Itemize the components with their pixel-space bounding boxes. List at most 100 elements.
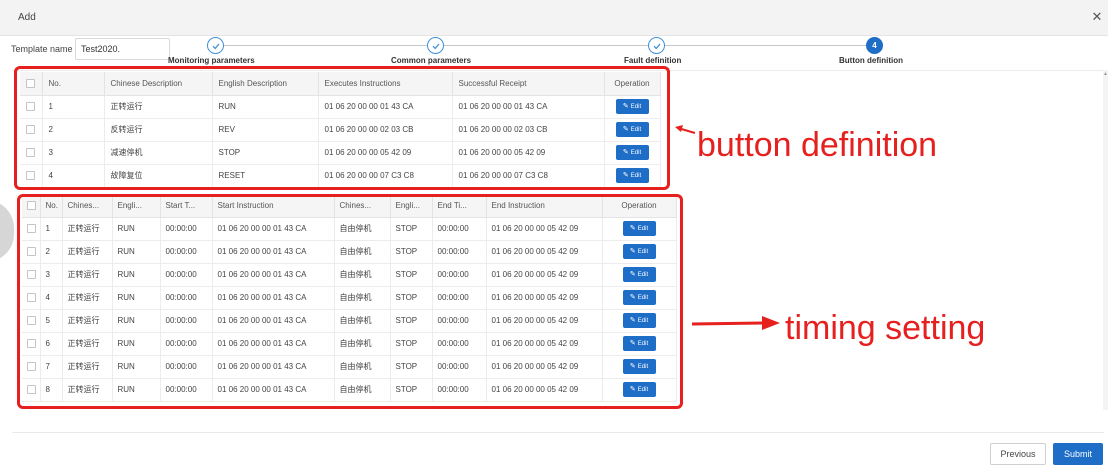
cell-exec: 01 06 20 00 00 01 43 CA (318, 95, 453, 119)
edit-button[interactable]: ✎ Edit (615, 145, 649, 160)
column-header: Executes Instructions (318, 72, 453, 96)
cell-en1: RUN (112, 263, 161, 287)
select-cell (22, 194, 41, 218)
cell-cn1: 正转运行 (62, 240, 113, 264)
previous-button[interactable]: Previous (990, 443, 1046, 465)
cell-receipt: 01 06 20 00 00 01 43 CA (452, 95, 605, 119)
cell-start_time: 00:00:00 (160, 263, 213, 287)
submit-button[interactable]: Submit (1053, 443, 1103, 465)
row-checkbox[interactable] (27, 224, 36, 234)
cell-cn1: 正转运行 (62, 332, 113, 356)
scroll-up-icon[interactable]: ▲ (1103, 71, 1108, 77)
cell-cn2: 自由停机 (334, 332, 391, 356)
column-header: End Ti... (432, 194, 487, 218)
row-checkbox[interactable] (27, 270, 36, 280)
select-cell (20, 118, 43, 142)
cell-start_instr: 01 06 20 00 00 01 43 CA (212, 378, 335, 402)
cell-end_time: 00:00:00 (432, 240, 487, 264)
edit-button[interactable]: ✎ Edit (622, 313, 656, 328)
step-3-indicator[interactable] (648, 37, 665, 54)
step-3-label: Fault definition (624, 56, 682, 65)
step-1-indicator[interactable] (207, 37, 224, 54)
cell-exec: 01 06 20 00 00 02 03 CB (318, 118, 453, 142)
pencil-icon: ✎ (629, 363, 636, 370)
cell-en2: STOP (390, 240, 433, 264)
step-2-label: Common parameters (391, 56, 472, 65)
cell-end_time: 00:00:00 (432, 309, 487, 333)
row-checkbox[interactable] (27, 316, 36, 326)
row-checkbox[interactable] (26, 125, 36, 135)
cell-no: 3 (42, 141, 105, 165)
cell-en2: STOP (390, 378, 433, 402)
row-checkbox[interactable] (26, 102, 36, 112)
edit-button[interactable]: ✎ Edit (622, 221, 656, 236)
column-header: Successful Receipt (452, 72, 605, 96)
check-icon (653, 43, 660, 49)
pencil-icon: ✎ (629, 294, 636, 301)
edit-button[interactable]: ✎ Edit (615, 168, 649, 183)
cell-cn2: 自由停机 (334, 378, 391, 402)
table-row: 1 正转运行 RUN 00:00:00 01 06 20 00 00 01 43 CA 自… (22, 217, 677, 241)
cell-receipt: 01 06 20 00 00 02 03 CB (452, 118, 605, 142)
cell-en2: STOP (390, 286, 433, 310)
table-row: 1 正转运行 RUN 01 06 20 00 00 01 43 CA 01 06 20 … (20, 95, 661, 119)
select-cell (20, 72, 43, 96)
operation-cell: ✎ Edit (602, 263, 677, 287)
cell-end_time: 00:00:00 (432, 378, 487, 402)
cell-en2: STOP (390, 332, 433, 356)
cell-cn1: 正转运行 (62, 355, 113, 379)
edit-button[interactable]: ✎ Edit (622, 382, 656, 397)
edit-button[interactable]: ✎ Edit (622, 267, 656, 282)
cell-cn: 故障复位 (104, 164, 213, 188)
row-checkbox[interactable] (26, 148, 36, 158)
row-checkbox[interactable] (27, 385, 36, 395)
row-checkbox[interactable] (27, 362, 36, 372)
table-row: 5 正转运行 RUN 00:00:00 01 06 20 00 00 01 43 CA 自… (22, 309, 677, 333)
column-header: No. (42, 72, 105, 96)
row-checkbox[interactable] (27, 247, 36, 257)
edit-button[interactable]: ✎ Edit (622, 290, 656, 305)
cell-no: 5 (40, 309, 63, 333)
cell-cn2: 自由停机 (334, 240, 391, 264)
vertical-scrollbar[interactable] (1103, 70, 1108, 410)
pencil-icon: ✎ (622, 149, 629, 156)
pencil-icon: ✎ (629, 317, 636, 324)
pencil-icon: ✎ (629, 340, 636, 347)
cell-cn2: 自由停机 (334, 263, 391, 287)
table-row: 6 正转运行 RUN 00:00:00 01 06 20 00 00 01 43 CA 自… (22, 332, 677, 356)
column-header: Operation (602, 194, 677, 218)
table-header-row: No. Chines... Engli... Start T... Start Inst… (22, 194, 677, 218)
step-4-indicator[interactable]: 4 (866, 37, 883, 54)
pencil-icon: ✎ (629, 248, 636, 255)
row-checkbox[interactable] (26, 171, 36, 181)
pencil-icon: ✎ (629, 271, 636, 278)
cell-cn: 减速停机 (104, 141, 213, 165)
steps-progress-line (216, 45, 876, 46)
table-row: 2 正转运行 RUN 00:00:00 01 06 20 00 00 01 43 CA 自… (22, 240, 677, 264)
close-icon[interactable]: ✕ (1090, 10, 1104, 24)
edit-button[interactable]: ✎ Edit (615, 99, 649, 114)
cell-start_instr: 01 06 20 00 00 01 43 CA (212, 240, 335, 264)
template-name-input[interactable] (75, 38, 170, 60)
cell-end_time: 00:00:00 (432, 332, 487, 356)
column-header: Chines... (62, 194, 113, 218)
edit-button[interactable]: ✎ Edit (622, 244, 656, 259)
cell-end_instr: 01 06 20 00 00 05 42 09 (486, 355, 603, 379)
row-checkbox[interactable] (27, 339, 36, 349)
check-icon (212, 43, 219, 49)
edit-button[interactable]: ✎ Edit (615, 122, 649, 137)
edit-button[interactable]: ✎ Edit (622, 336, 656, 351)
row-checkbox[interactable] (27, 293, 36, 303)
row-checkbox[interactable] (27, 200, 36, 210)
row-checkbox[interactable] (26, 78, 36, 88)
edit-label: Edit (630, 150, 642, 156)
footer-divider (12, 432, 1104, 433)
cell-cn2: 自由停机 (334, 217, 391, 241)
cell-cn1: 正转运行 (62, 309, 113, 333)
cell-receipt: 01 06 20 00 00 05 42 09 (452, 141, 605, 165)
select-cell (20, 164, 43, 188)
step-2-indicator[interactable] (427, 37, 444, 54)
edit-button[interactable]: ✎ Edit (622, 359, 656, 374)
column-header: No. (40, 194, 63, 218)
cell-end_instr: 01 06 20 00 00 05 42 09 (486, 378, 603, 402)
